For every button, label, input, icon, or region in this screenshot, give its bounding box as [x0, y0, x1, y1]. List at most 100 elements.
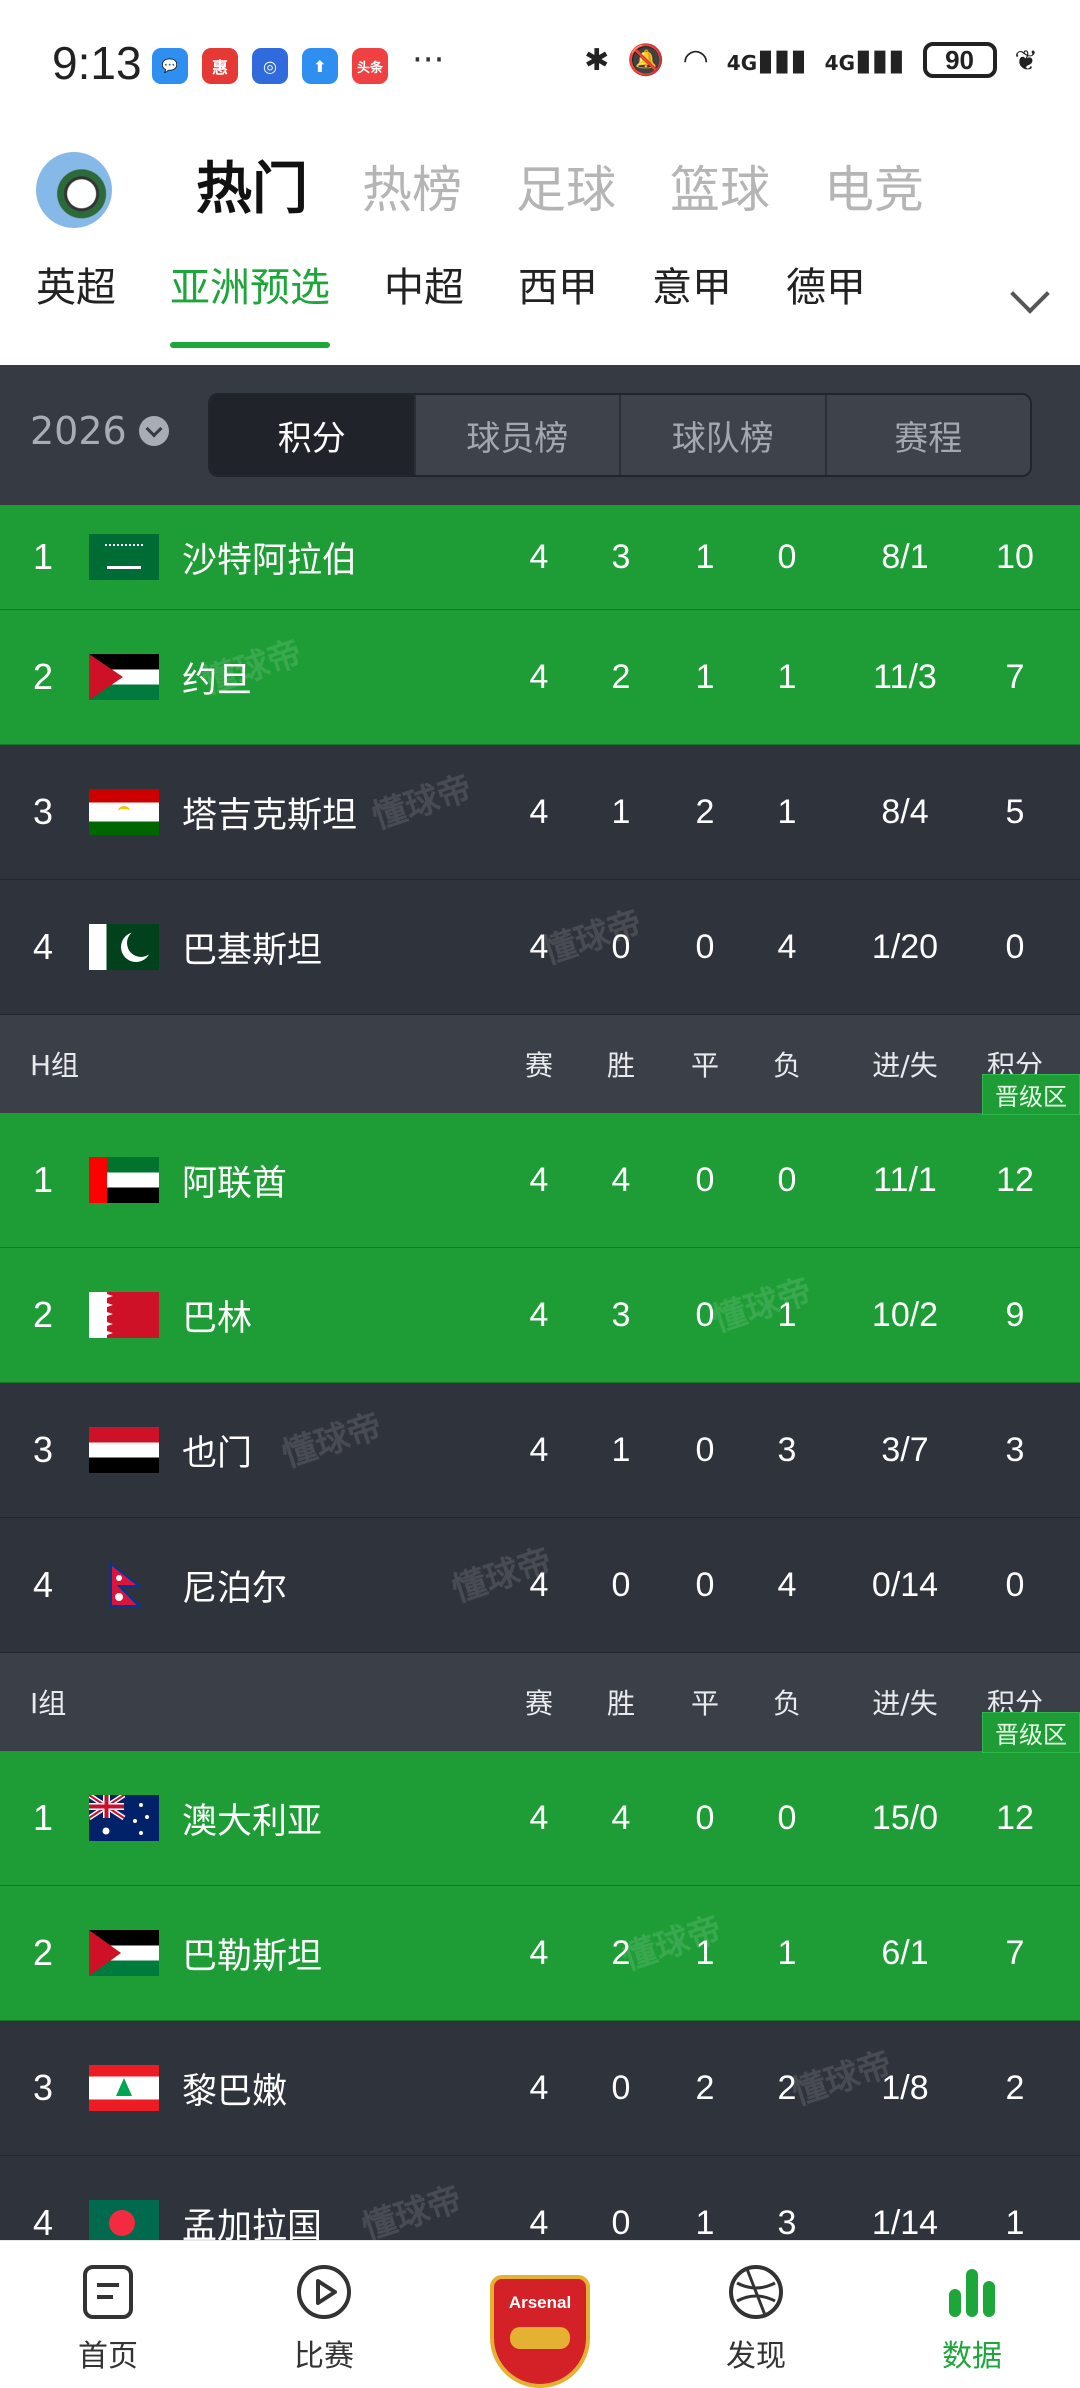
standings-tab-2[interactable]: 球队榜	[621, 395, 827, 475]
league-tab-5[interactable]: 德甲	[786, 258, 866, 348]
table-row[interactable]: 4 巴基斯坦 4 0 0 4 1/20 0 懂球帝	[0, 880, 1080, 1015]
more-notifications-icon: ···	[412, 40, 445, 80]
league-tab-1[interactable]: 亚洲预选	[170, 258, 330, 348]
stat-points: 10	[996, 537, 1034, 576]
team-name[interactable]: 巴林	[182, 1248, 482, 1382]
standings-tab-3[interactable]: 赛程	[827, 395, 1031, 475]
table-row[interactable]: 1 沙特阿拉伯 4 3 1 0 8/1 10	[0, 505, 1080, 610]
nepal-flag-icon	[89, 1562, 159, 1608]
team-flag	[88, 880, 160, 1014]
rank: 3	[32, 2067, 54, 2108]
bottom-tab-label: 数据	[942, 2339, 1002, 2374]
stat-points: 7	[1005, 657, 1025, 696]
league-tab-4[interactable]: 意甲	[652, 258, 732, 348]
team-name[interactable]: 巴勒斯坦	[182, 1886, 482, 2020]
stat-points: 3	[1005, 1430, 1025, 1469]
bottom-tab-1[interactable]: 比赛	[216, 2241, 432, 2388]
tab-top-3[interactable]: 篮球	[670, 150, 770, 230]
column-header-goals: 进/失	[872, 1049, 938, 1082]
uae-flag-icon	[89, 1157, 159, 1203]
league-tabs: 英超 亚洲预选 中超 西甲 意甲 德甲	[36, 258, 920, 348]
team-name[interactable]: 巴基斯坦	[182, 880, 482, 1014]
bahrain-flag-icon	[89, 1292, 159, 1338]
table-row[interactable]: 1 澳大利亚 4 4 0 0 15/0 12	[0, 1751, 1080, 1886]
team-name[interactable]: 阿联酋	[182, 1113, 482, 1247]
stat-drawn: 1	[695, 657, 715, 696]
tab-top-2[interactable]: 足球	[516, 150, 616, 230]
team-flag	[88, 1248, 160, 1382]
team-name[interactable]: 沙特阿拉伯	[182, 505, 482, 609]
table-row[interactable]: 2 巴勒斯坦 4 2 1 1 6/1 7 懂球帝	[0, 1886, 1080, 2021]
league-tab-2[interactable]: 中超	[384, 258, 464, 348]
bottom-tab-4[interactable]: 数据	[864, 2241, 1080, 2388]
stat-played: 4	[529, 927, 549, 966]
column-header-drawn: 平	[690, 1049, 719, 1082]
stat-won: 0	[611, 2068, 631, 2107]
data-bars-icon	[943, 2263, 1001, 2321]
stat-won: 3	[611, 537, 631, 576]
bottom-tab-2[interactable]: Arsenal	[432, 2241, 648, 2388]
stat-played: 4	[529, 1295, 549, 1334]
table-row[interactable]: 1 阿联酋 4 4 0 0 11/1 12	[0, 1113, 1080, 1248]
play-icon	[295, 2263, 353, 2321]
stat-drawn: 0	[695, 1430, 715, 1469]
stat-points: 2	[1005, 2068, 1025, 2107]
stat-drawn: 0	[695, 1160, 715, 1199]
table-row[interactable]: 4 尼泊尔 4 0 0 4 0/14 0 懂球帝	[0, 1518, 1080, 1653]
league-tab-0[interactable]: 英超	[36, 258, 116, 348]
stat-lost: 0	[777, 1798, 797, 1837]
bottom-nav: 首页 比赛 Arsenal 发现 数据	[0, 2240, 1080, 2388]
team-flag	[88, 1383, 160, 1517]
table-row[interactable]: 3 也门 4 1 0 3 3/7 3 懂球帝	[0, 1383, 1080, 1518]
team-name[interactable]: 约旦	[182, 610, 482, 744]
stat-goals: 15/0	[871, 1798, 939, 1837]
tab-top-1[interactable]: 热榜	[362, 150, 462, 230]
stat-goals: 1/8	[881, 2068, 929, 2107]
stat-points: 12	[996, 1160, 1034, 1199]
rank: 1	[32, 536, 54, 577]
blue-app-icon: ◎	[252, 48, 288, 84]
standings-tab-0[interactable]: 积分	[210, 395, 416, 475]
stat-goals: 3/7	[881, 1430, 929, 1469]
tajikistan-flag-icon	[89, 789, 159, 835]
lebanon-flag-icon	[89, 2065, 159, 2111]
stat-points: 0	[1005, 927, 1025, 966]
upload-app-icon: ⬆	[302, 48, 338, 84]
stat-won: 3	[611, 1295, 631, 1334]
rank: 2	[32, 1932, 54, 1973]
stat-played: 4	[529, 1565, 549, 1604]
user-avatar[interactable]	[36, 152, 112, 228]
stat-won: 4	[611, 1798, 631, 1837]
arsenal-crest-icon[interactable]: Arsenal	[490, 2275, 590, 2388]
league-tab-3[interactable]: 西甲	[518, 258, 598, 348]
stat-lost: 1	[777, 657, 797, 696]
table-row[interactable]: 2 巴林 4 3 0 1 10/2 9 懂球帝	[0, 1248, 1080, 1383]
stat-drawn: 0	[695, 1565, 715, 1604]
team-name[interactable]: 黎巴嫩	[182, 2021, 482, 2155]
table-row[interactable]: 2 约旦 4 2 1 1 11/3 7 懂球帝	[0, 610, 1080, 745]
standings-tab-1[interactable]: 球员榜	[416, 395, 621, 475]
season-selector[interactable]: 2026	[30, 409, 169, 453]
team-name[interactable]: 塔吉克斯坦	[182, 745, 482, 879]
team-name[interactable]: 澳大利亚	[182, 1751, 482, 1885]
table-row[interactable]: 3 塔吉克斯坦 4 1 2 1 8/4 5 懂球帝	[0, 745, 1080, 880]
bottom-tab-0[interactable]: 首页	[0, 2241, 216, 2388]
stat-lost: 1	[777, 1933, 797, 1972]
system-status: ✱ 🔕 ◠ 4G▮▮▮ 4G▮▮▮ 90 ❦	[584, 42, 1038, 78]
stat-drawn: 1	[695, 537, 715, 576]
stat-goals: 11/3	[873, 657, 937, 696]
message-app-icon: 💬	[152, 48, 188, 84]
chevron-down-icon[interactable]	[1010, 274, 1050, 314]
stat-drawn: 0	[695, 927, 715, 966]
tab-top-0[interactable]: 热门	[196, 150, 308, 230]
tab-top-4[interactable]: 电竞	[824, 150, 924, 230]
rank: 2	[32, 1294, 54, 1335]
table-row[interactable]: 3 黎巴嫩 4 0 2 2 1/8 2 懂球帝	[0, 2021, 1080, 2156]
team-name[interactable]: 也门	[182, 1383, 482, 1517]
qualified-zone-badge: 晋级区	[982, 1712, 1080, 1753]
stat-drawn: 2	[695, 792, 715, 831]
yemen-flag-icon	[89, 1427, 159, 1473]
team-name[interactable]: 尼泊尔	[182, 1518, 482, 1652]
coupon-app-icon: 惠	[202, 48, 238, 84]
bottom-tab-3[interactable]: 发现	[648, 2241, 864, 2388]
